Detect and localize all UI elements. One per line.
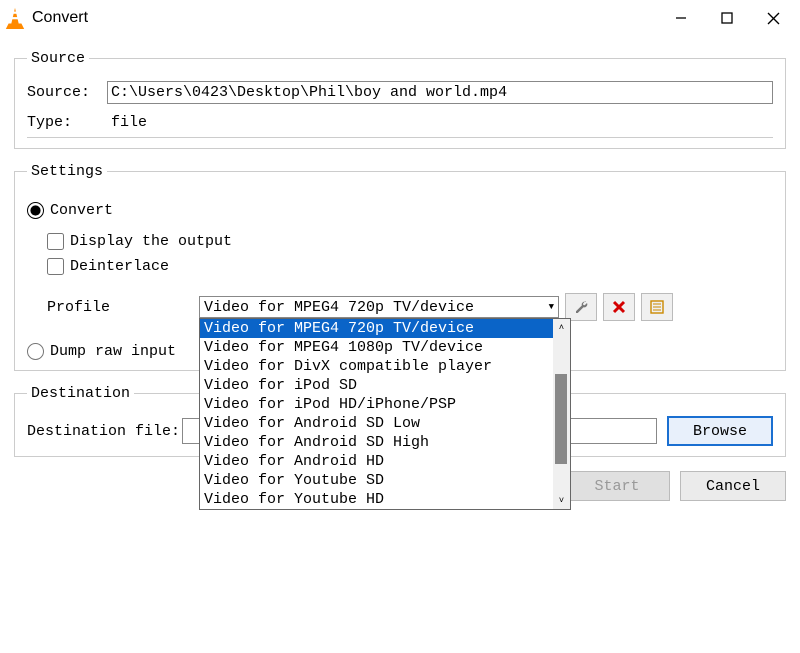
type-label: Type: [27,114,107,131]
destination-legend: Destination [27,385,134,402]
profile-dropdown-list: Video for MPEG4 720p TV/deviceVideo for … [199,318,571,510]
vlc-logo-icon [4,6,26,30]
browse-button[interactable]: Browse [667,416,773,446]
profile-option[interactable]: Video for MPEG4 1080p TV/device [200,338,553,357]
settings-legend: Settings [27,163,107,180]
profile-label: Profile [47,299,199,316]
source-input[interactable] [107,81,773,104]
close-button[interactable] [750,2,796,34]
new-profile-button[interactable] [641,293,673,321]
edit-profile-button[interactable] [565,293,597,321]
source-group: Source Source: Type: file [14,50,786,149]
cancel-button[interactable]: Cancel [680,471,786,501]
deinterlace-checkbox[interactable] [47,258,64,275]
destination-label: Destination file: [27,423,180,440]
wrench-icon [573,299,589,315]
new-profile-icon [649,299,665,315]
profile-option[interactable]: Video for MPEG4 720p TV/device [200,319,553,338]
profile-option[interactable]: Video for iPod SD [200,376,553,395]
dump-raw-radio[interactable] [27,343,44,360]
source-legend: Source [27,50,89,67]
settings-group: Settings Convert Display the output Dein… [14,163,786,371]
profile-dropdown[interactable]: Video for MPEG4 720p TV/device ▼ [199,296,559,318]
profile-option[interactable]: Video for Youtube SD [200,471,553,490]
start-button[interactable]: Start [564,471,670,501]
divider [27,137,773,138]
profile-option[interactable]: Video for Youtube HD [200,490,553,509]
profile-option[interactable]: Video for DivX compatible player [200,357,553,376]
delete-icon [612,300,626,314]
dump-raw-label: Dump raw input [50,343,176,360]
deinterlace-label: Deinterlace [70,258,169,275]
scroll-down-icon[interactable]: ˅ [553,492,570,509]
delete-profile-button[interactable] [603,293,635,321]
scrollbar-thumb[interactable] [555,374,567,464]
type-value: file [107,114,147,131]
profile-selected-text: Video for MPEG4 720p TV/device [204,299,474,316]
title-bar: Convert [0,0,800,36]
source-label: Source: [27,84,107,101]
window-controls [658,2,796,34]
window-title: Convert [32,9,658,27]
minimize-button[interactable] [658,2,704,34]
profile-option[interactable]: Video for Android SD Low [200,414,553,433]
convert-label: Convert [50,202,113,219]
display-output-label: Display the output [70,233,232,250]
scroll-up-icon[interactable]: ˄ [553,319,570,336]
profile-option[interactable]: Video for Android HD [200,452,553,471]
display-output-checkbox[interactable] [47,233,64,250]
profile-option[interactable]: Video for iPod HD/iPhone/PSP [200,395,553,414]
maximize-button[interactable] [704,2,750,34]
profile-option[interactable]: Video for Android SD High [200,433,553,452]
chevron-down-icon: ▼ [549,302,554,312]
dropdown-scrollbar[interactable]: ˄ ˅ [553,319,570,509]
convert-radio[interactable] [27,202,44,219]
